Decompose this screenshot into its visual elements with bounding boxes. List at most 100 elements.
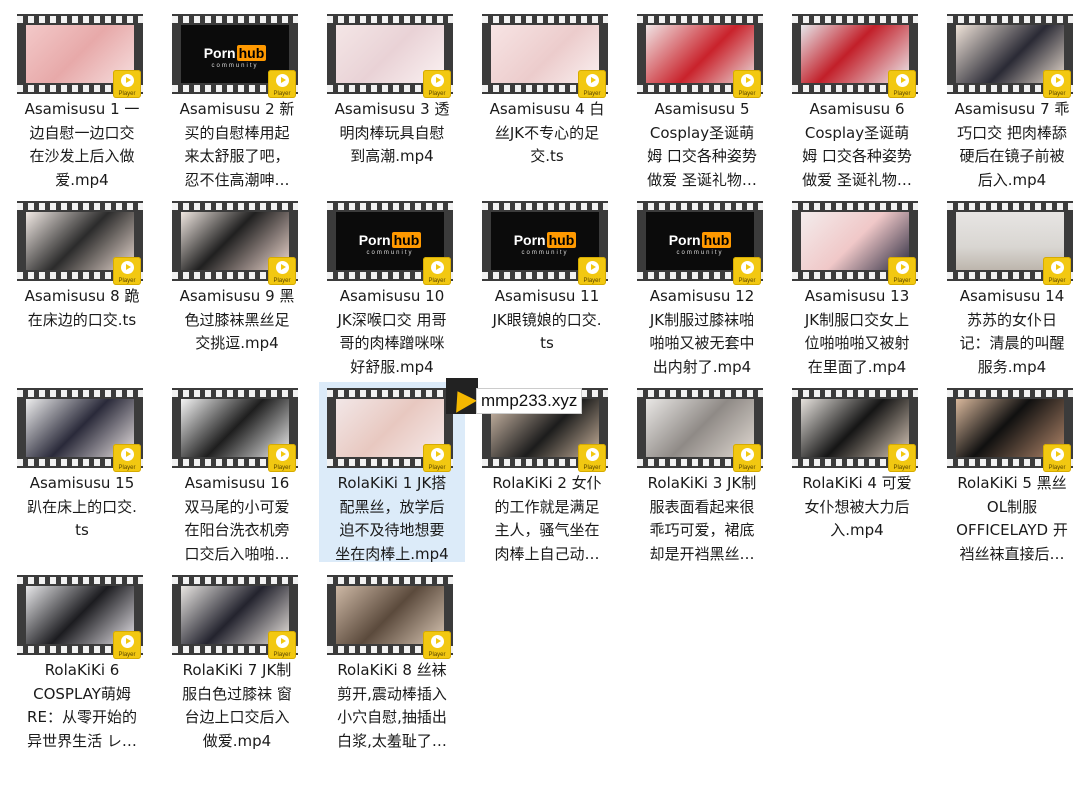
- file-name-line: 后入.mp4: [977, 170, 1047, 189]
- film-sprockets: [172, 577, 298, 584]
- file-name-line: 交.ts: [530, 147, 564, 165]
- file-name-line: 主人，骚气坐在: [494, 521, 600, 539]
- file-item[interactable]: Player Asamisusu 9 黑色过膝袜黑丝足 交挑逗.mp4: [164, 195, 310, 375]
- file-name-line: Asamisusu 7 乖: [954, 100, 1070, 118]
- player-badge-icon: Player: [268, 631, 296, 659]
- file-name-label: RolaKiKi 5 黑丝 OL制服 OFFICELAYD 开裆丝袜直接后…: [941, 472, 1080, 566]
- logo-text: Porn: [513, 232, 546, 248]
- file-name-line: 趴在床上的口交.: [27, 497, 137, 516]
- file-name-line: Asamisusu 8 跪: [24, 287, 140, 305]
- file-item[interactable]: Player Asamisusu 6 Cosplay圣诞萌姆 口交各种姿势 做爱 圣诞…: [784, 8, 930, 189]
- file-name-line: 爱.mp4: [55, 170, 109, 189]
- file-name-line: 却是开裆黑丝…: [649, 544, 755, 563]
- file-name-line: RolaKiKi 1 JK搭: [337, 474, 447, 492]
- play-icon: [741, 74, 754, 87]
- file-name-line: 边自慰一边口交: [29, 123, 135, 142]
- file-item[interactable]: Player Asamisusu 13 JK制服口交女上 位啪啪啪又被射 在里面了.mp…: [784, 195, 930, 376]
- file-item[interactable]: Player RolaKiKi 6 COSPLAY萌姆 RE：从零开始的 异世界生活 レ…: [9, 569, 155, 750]
- file-item[interactable]: Player Asamisusu 4 白丝JK不专心的足 交.ts: [474, 8, 620, 188]
- file-item[interactable]: Porn hub community Player Asamisusu 12 JK制服过膝…: [629, 195, 775, 376]
- file-name-line: 色过膝袜黑丝足: [184, 310, 290, 329]
- file-name-label: Asamisusu 2 新买的自慰棒用起 来太舒服了吧， 忍不住高潮呻…: [166, 98, 308, 192]
- file-name-label: Asamisusu 10 JK深喉口交 用哥 哥的肉棒蹭咪咪 好舒服.mp4: [321, 285, 463, 379]
- player-badge-icon: Player: [888, 70, 916, 98]
- file-name-line: RolaKiKi 7 JK制: [182, 661, 292, 679]
- file-name-label: RolaKiKi 7 JK制 服白色过膝袜 窗台边上口交后入 做爱.mp4: [166, 659, 308, 753]
- file-name-line: 丝JK不专心的足: [494, 123, 600, 142]
- file-item[interactable]: Player RolaKiKi 8 丝袜 剪开,震动棒插入 小穴自慰,抽插出 白浆,太羞…: [319, 569, 465, 750]
- file-item[interactable]: Porn hub community Player Asamisusu 11 JK眼镜娘的…: [474, 195, 620, 375]
- file-name-line: 裆丝袜直接后…: [959, 544, 1065, 563]
- film-sprockets: [172, 203, 298, 210]
- badge-label: Player: [273, 91, 291, 97]
- logo-text-highlight: hub: [236, 45, 267, 61]
- file-name-line: JK深喉口交 用哥: [337, 310, 447, 329]
- file-item[interactable]: Player Asamisusu 1 一边自慰一边口交 在沙发上后入做 爱.mp4: [9, 8, 155, 189]
- file-item[interactable]: Porn hub community Player Asamisusu 2 新买的自慰棒…: [164, 8, 310, 189]
- file-name-label: Asamisusu 13 JK制服口交女上 位啪啪啪又被射 在里面了.mp4: [786, 285, 928, 379]
- badge-label: Player: [893, 465, 911, 471]
- file-item[interactable]: Porn hub community Player Asamisusu 10 JK深喉口交…: [319, 195, 465, 376]
- player-badge-icon: Player: [113, 444, 141, 472]
- player-badge-icon: Player: [1043, 257, 1071, 285]
- file-name-line: RolaKiKi 6: [44, 661, 120, 679]
- file-name-line: 忍不住高潮呻…: [184, 170, 290, 189]
- file-name-line: 在床边的口交.ts: [27, 310, 137, 329]
- player-badge-icon: Player: [578, 444, 606, 472]
- file-item[interactable]: Player Asamisusu 8 跪在床边的口交.ts: [9, 195, 155, 375]
- file-name-line: 剪开,震动棒插入: [337, 684, 447, 703]
- file-name-line: 入.mp4: [830, 521, 884, 539]
- file-item[interactable]: Player Asamisusu 14 苏苏的女仆日 记：清晨的叫醒 服务.mp4: [939, 195, 1080, 376]
- player-badge-icon: Player: [1043, 70, 1071, 98]
- film-sprockets: [947, 203, 1073, 210]
- file-name-label: RolaKiKi 6 COSPLAY萌姆 RE：从零开始的 异世界生活 レ…: [11, 659, 153, 753]
- play-icon: [896, 261, 909, 274]
- file-item[interactable]: Player Asamisusu 7 乖巧口交 把肉棒舔 硬后在镜子前被 后入.mp4: [939, 8, 1080, 189]
- file-item[interactable]: Player Asamisusu 5 Cosplay圣诞萌姆 口交各种姿势 做爱 圣诞…: [629, 8, 775, 189]
- badge-label: Player: [583, 465, 601, 471]
- film-sprockets: [637, 203, 763, 210]
- film-sprockets: [947, 16, 1073, 23]
- file-name-line: ts: [540, 334, 554, 352]
- file-name-label: Asamisusu 6 Cosplay圣诞萌姆 口交各种姿势 做爱 圣诞礼物…: [786, 98, 928, 192]
- player-badge-icon: Player: [888, 257, 916, 285]
- file-name-line: RolaKiKi 4 可爱: [802, 474, 912, 492]
- file-name-line: 记：清晨的叫醒: [959, 334, 1065, 352]
- file-item[interactable]: Player RolaKiKi 1 JK搭 配黑丝，放学后 迫不及待地想要 坐在肉棒上.…: [319, 382, 465, 563]
- player-badge-icon: Player: [423, 631, 451, 659]
- play-icon: [741, 448, 754, 461]
- file-name-line: 服白色过膝袜 窗: [182, 684, 292, 703]
- logo-subtitle: community: [521, 250, 569, 256]
- player-badge-icon: Player: [578, 257, 606, 285]
- badge-label: Player: [738, 465, 756, 471]
- file-item[interactable]: Player RolaKiKi 4 可爱 女仆想被大力后 入.mp4: [784, 382, 930, 562]
- file-item[interactable]: Player RolaKiKi 7 JK制 服白色过膝袜 窗台边上口交后入 做爱.mp…: [164, 569, 310, 750]
- file-item[interactable]: Player RolaKiKi 3 JK制 服表面看起来很 乖巧可爱，裙底 却是开裆黑丝…: [629, 382, 775, 563]
- file-name-line: Asamisusu 6: [809, 100, 905, 118]
- file-name-line: Asamisusu 16: [184, 474, 290, 492]
- watermark-text: mmp233.xyz: [476, 388, 583, 414]
- file-item[interactable]: Player RolaKiKi 5 黑丝 OL制服 OFFICELAYD 开裆丝袜直接…: [939, 382, 1080, 563]
- badge-label: Player: [893, 278, 911, 284]
- file-item[interactable]: Player Asamisusu 16 双马尾的小可爱 在阳台洗衣机旁 口交后入啪啪…: [164, 382, 310, 563]
- player-badge-icon: Player: [733, 444, 761, 472]
- file-name-line: RolaKiKi 8 丝袜: [337, 661, 447, 679]
- file-name-line: 做爱 圣诞礼物…: [802, 170, 912, 189]
- player-badge-icon: Player: [423, 70, 451, 98]
- file-item[interactable]: Player Asamisusu 3 透明肉棒玩具自慰 到高潮.mp4: [319, 8, 465, 188]
- file-name-label: RolaKiKi 1 JK搭 配黑丝，放学后 迫不及待地想要 坐在肉棒上.mp4: [321, 472, 463, 566]
- file-name-label: RolaKiKi 4 可爱 女仆想被大力后 入.mp4: [786, 472, 928, 543]
- file-name-label: Asamisusu 16 双马尾的小可爱 在阳台洗衣机旁 口交后入啪啪…: [166, 472, 308, 566]
- film-sprockets: [17, 203, 143, 210]
- file-name-line: 台边上口交后入: [184, 708, 290, 726]
- film-sprockets: [172, 390, 298, 397]
- play-icon: [741, 261, 754, 274]
- file-name-line: Asamisusu 3 透: [334, 100, 450, 118]
- logo-subtitle: community: [676, 250, 724, 256]
- file-name-line: Asamisusu 14: [959, 287, 1065, 305]
- file-item[interactable]: Player Asamisusu 15 趴在床上的口交. ts: [9, 382, 155, 562]
- file-name-line: 到高潮.mp4: [350, 147, 434, 165]
- file-name-label: Asamisusu 9 黑色过膝袜黑丝足 交挑逗.mp4: [166, 285, 308, 356]
- film-sprockets: [327, 203, 453, 210]
- watermark-overlay: mmp233.xyz: [446, 378, 636, 424]
